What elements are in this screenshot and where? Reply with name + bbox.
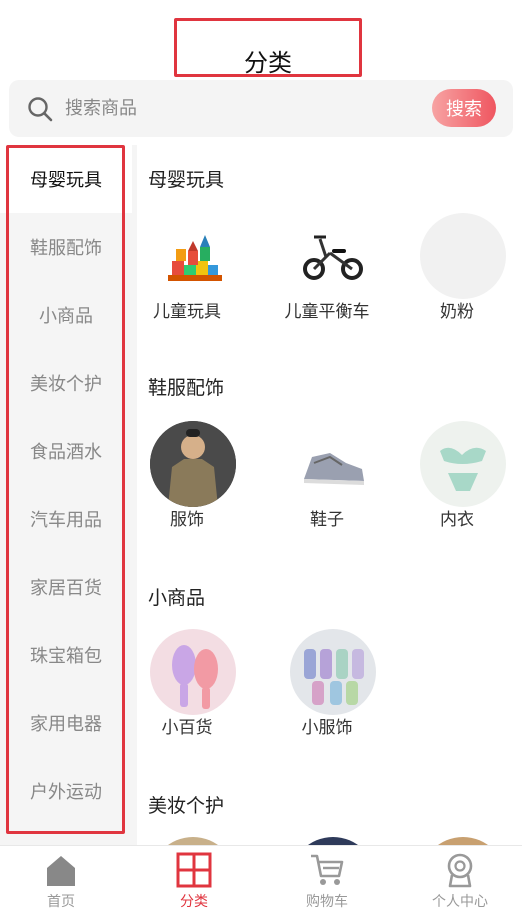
category-icon: [176, 852, 212, 888]
category-label: 儿童平衡车: [284, 302, 370, 322]
sidebar-item-auto-supplies[interactable]: 汽车用品: [0, 485, 132, 553]
sidebar-item-small-goods[interactable]: 小商品: [0, 281, 132, 349]
partial-category-image: [420, 837, 506, 845]
sidebar-item-shoes-clothing[interactable]: 鞋服配饰: [0, 213, 132, 281]
page-title: 分类: [244, 49, 292, 77]
cart-icon: [311, 854, 344, 885]
sidebar-item-maternity-toys[interactable]: 母婴玩具: [0, 145, 132, 213]
balance-bike-image: [290, 213, 376, 299]
page-header: 分类: [0, 0, 522, 80]
sneaker-image: [290, 421, 376, 507]
category-label: 鞋子: [310, 510, 344, 530]
category-item-small-apparel[interactable]: 小服饰: [277, 629, 377, 739]
sidebar-item-appliances[interactable]: 家用电器: [0, 689, 132, 757]
category-label: 奶粉: [440, 302, 474, 322]
category-label: 小百货: [161, 718, 213, 738]
sidebar-item-beauty-care[interactable]: 美妆个护: [0, 349, 132, 417]
search-button[interactable]: 搜索: [432, 89, 496, 127]
title-highlight-box: 分类: [174, 18, 362, 77]
home-icon: [47, 856, 75, 886]
category-item-milk-powder[interactable]: 奶粉: [407, 213, 507, 323]
category-label: 小服饰: [301, 718, 353, 738]
toy-blocks-image: [150, 213, 236, 299]
milk-powder-image: [420, 213, 506, 299]
tab-category[interactable]: 分类: [139, 846, 249, 913]
section-title: 母婴玩具: [148, 169, 225, 191]
partial-category-image: [290, 837, 376, 845]
sidebar-item-food-drinks[interactable]: 食品酒水: [0, 417, 132, 485]
sidebar-item-jewelry-bags[interactable]: 珠宝箱包: [0, 621, 132, 689]
search-icon: [28, 97, 53, 122]
hairbrush-image: [150, 629, 236, 715]
category-content: 母婴玩具 儿童玩具 儿童平衡车 奶粉 鞋服配饰 服饰 鞋子 内衣 小商品 小百货…: [137, 145, 522, 845]
tab-profile[interactable]: 个人中心: [405, 846, 515, 913]
section-title: 美妆个护: [148, 795, 225, 817]
category-item-apparel[interactable]: 服饰: [137, 421, 237, 531]
sidebar-item-outdoor-sports[interactable]: 户外运动: [0, 757, 132, 825]
bottom-tab-bar: 首页 分类 购物车 个人中心: [0, 845, 522, 912]
section-title: 小商品: [148, 587, 206, 609]
category-label: 儿童玩具: [153, 302, 221, 322]
tab-label: 首页: [47, 894, 75, 910]
lingerie-image: [420, 421, 506, 507]
category-item-underwear[interactable]: 内衣: [407, 421, 507, 531]
section-title: 鞋服配饰: [148, 377, 225, 399]
tab-label: 分类: [180, 894, 208, 910]
profile-icon: [447, 853, 473, 888]
category-item-balance-bike[interactable]: 儿童平衡车: [277, 213, 377, 323]
tab-label: 个人中心: [432, 894, 488, 910]
search-input[interactable]: [65, 90, 425, 126]
category-label: 内衣: [440, 510, 474, 530]
category-item-shoes[interactable]: 鞋子: [277, 421, 377, 531]
category-sidebar: 母婴玩具 鞋服配饰 小商品 美妆个护 食品酒水 汽车用品 家居百货 珠宝箱包 家…: [0, 145, 137, 845]
tab-cart[interactable]: 购物车: [272, 846, 382, 913]
partial-category-image: [150, 837, 236, 845]
category-label: 服饰: [170, 510, 204, 530]
tab-home[interactable]: 首页: [6, 846, 116, 913]
search-bar: 搜索: [9, 80, 513, 137]
socks-image: [290, 629, 376, 715]
category-item-kids-toys[interactable]: 儿童玩具: [137, 213, 237, 323]
shirt-image: [150, 421, 236, 507]
tab-label: 购物车: [306, 894, 348, 910]
sidebar-item-home-goods[interactable]: 家居百货: [0, 553, 132, 621]
category-item-small-goods[interactable]: 小百货: [137, 629, 237, 739]
